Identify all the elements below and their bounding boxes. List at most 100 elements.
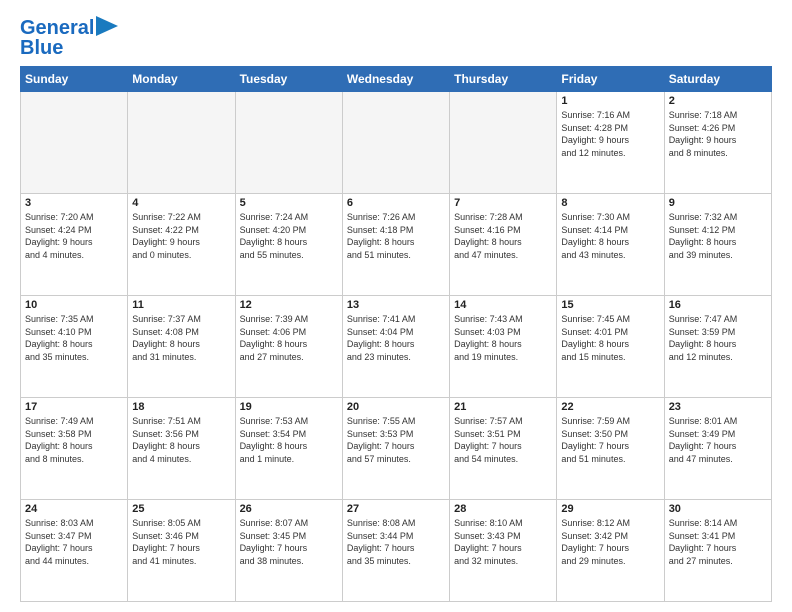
day-info: Sunrise: 7:51 AM Sunset: 3:56 PM Dayligh… — [132, 415, 230, 465]
calendar-cell: 7 Sunrise: 7:28 AM Sunset: 4:16 PM Daylig… — [450, 194, 557, 296]
calendar-cell: 29 Sunrise: 8:12 AM Sunset: 3:42 PM Dayli… — [557, 500, 664, 602]
day-number: 13 — [347, 299, 445, 311]
day-number: 18 — [132, 401, 230, 413]
day-info: Sunrise: 7:41 AM Sunset: 4:04 PM Dayligh… — [347, 313, 445, 363]
logo: General Blue — [20, 18, 118, 58]
calendar-cell: 25 Sunrise: 8:05 AM Sunset: 3:46 PM Dayli… — [128, 500, 235, 602]
page: General Blue SundayMondayTuesdayWednesda… — [0, 0, 792, 612]
day-number: 28 — [454, 503, 552, 515]
calendar-cell: 28Sunrise: 8:10 AM Sunset: 3:43 PM Dayli… — [450, 500, 557, 602]
day-info: Sunrise: 7:18 AM Sunset: 4:26 PM Dayligh… — [669, 109, 767, 159]
calendar-cell: 17 Sunrise: 7:49 AM Sunset: 3:58 PM Dayli… — [21, 398, 128, 500]
day-info: Sunrise: 8:08 AM Sunset: 3:44 PM Dayligh… — [347, 517, 445, 567]
week-row-1: 1 Sunrise: 7:16 AM Sunset: 4:28 PM Daylig… — [21, 92, 772, 194]
day-number: 14 — [454, 299, 552, 311]
day-number: 29 — [561, 503, 659, 515]
day-info: Sunrise: 7:57 AM Sunset: 3:51 PM Dayligh… — [454, 415, 552, 465]
day-number: 16 — [669, 299, 767, 311]
day-number: 22 — [561, 401, 659, 413]
calendar-cell: 30Sunrise: 8:14 AM Sunset: 3:41 PM Dayli… — [664, 500, 771, 602]
calendar-cell — [342, 92, 449, 194]
calendar-cell: 27 Sunrise: 8:08 AM Sunset: 3:44 PM Dayli… — [342, 500, 449, 602]
day-number: 17 — [25, 401, 123, 413]
calendar-cell: 13 Sunrise: 7:41 AM Sunset: 4:04 PM Dayli… — [342, 296, 449, 398]
calendar-cell: 3 Sunrise: 7:20 AM Sunset: 4:24 PM Daylig… — [21, 194, 128, 296]
calendar-cell: 5 Sunrise: 7:24 AM Sunset: 4:20 PM Daylig… — [235, 194, 342, 296]
day-number: 1 — [561, 95, 659, 107]
calendar-cell: 16 Sunrise: 7:47 AM Sunset: 3:59 PM Dayli… — [664, 296, 771, 398]
day-number: 2 — [669, 95, 767, 107]
day-info: Sunrise: 7:55 AM Sunset: 3:53 PM Dayligh… — [347, 415, 445, 465]
day-info: Sunrise: 7:49 AM Sunset: 3:58 PM Dayligh… — [25, 415, 123, 465]
day-info: Sunrise: 8:03 AM Sunset: 3:47 PM Dayligh… — [25, 517, 123, 567]
calendar-cell — [21, 92, 128, 194]
day-info: Sunrise: 7:43 AM Sunset: 4:03 PM Dayligh… — [454, 313, 552, 363]
day-info: Sunrise: 7:39 AM Sunset: 4:06 PM Dayligh… — [240, 313, 338, 363]
logo-arrow-icon — [96, 16, 118, 36]
day-info: Sunrise: 7:16 AM Sunset: 4:28 PM Dayligh… — [561, 109, 659, 159]
day-number: 25 — [132, 503, 230, 515]
day-number: 21 — [454, 401, 552, 413]
calendar-cell: 8 Sunrise: 7:30 AM Sunset: 4:14 PM Daylig… — [557, 194, 664, 296]
calendar-cell: 22 Sunrise: 7:59 AM Sunset: 3:50 PM Dayli… — [557, 398, 664, 500]
week-row-5: 24 Sunrise: 8:03 AM Sunset: 3:47 PM Dayli… — [21, 500, 772, 602]
week-row-2: 3 Sunrise: 7:20 AM Sunset: 4:24 PM Daylig… — [21, 194, 772, 296]
day-number: 20 — [347, 401, 445, 413]
day-info: Sunrise: 8:14 AM Sunset: 3:41 PM Dayligh… — [669, 517, 767, 567]
day-number: 15 — [561, 299, 659, 311]
calendar-cell: 23Sunrise: 8:01 AM Sunset: 3:49 PM Dayli… — [664, 398, 771, 500]
calendar-table: SundayMondayTuesdayWednesdayThursdayFrid… — [20, 66, 772, 602]
day-info: Sunrise: 7:24 AM Sunset: 4:20 PM Dayligh… — [240, 211, 338, 261]
day-info: Sunrise: 7:32 AM Sunset: 4:12 PM Dayligh… — [669, 211, 767, 261]
day-info: Sunrise: 8:07 AM Sunset: 3:45 PM Dayligh… — [240, 517, 338, 567]
calendar-cell: 12 Sunrise: 7:39 AM Sunset: 4:06 PM Dayli… — [235, 296, 342, 398]
calendar-cell: 9 Sunrise: 7:32 AM Sunset: 4:12 PM Daylig… — [664, 194, 771, 296]
header-day-monday: Monday — [128, 67, 235, 92]
day-number: 10 — [25, 299, 123, 311]
calendar-cell: 14 Sunrise: 7:43 AM Sunset: 4:03 PM Dayli… — [450, 296, 557, 398]
calendar-cell: 6Sunrise: 7:26 AM Sunset: 4:18 PM Daylig… — [342, 194, 449, 296]
week-row-3: 10 Sunrise: 7:35 AM Sunset: 4:10 PM Dayli… — [21, 296, 772, 398]
day-number: 3 — [25, 197, 123, 209]
calendar-cell: 18 Sunrise: 7:51 AM Sunset: 3:56 PM Dayli… — [128, 398, 235, 500]
day-info: Sunrise: 7:28 AM Sunset: 4:16 PM Dayligh… — [454, 211, 552, 261]
day-info: Sunrise: 7:20 AM Sunset: 4:24 PM Dayligh… — [25, 211, 123, 261]
day-number: 19 — [240, 401, 338, 413]
calendar-cell: 20 Sunrise: 7:55 AM Sunset: 3:53 PM Dayli… — [342, 398, 449, 500]
day-info: Sunrise: 7:37 AM Sunset: 4:08 PM Dayligh… — [132, 313, 230, 363]
day-info: Sunrise: 7:30 AM Sunset: 4:14 PM Dayligh… — [561, 211, 659, 261]
day-number: 23 — [669, 401, 767, 413]
calendar-cell — [450, 92, 557, 194]
calendar-cell — [128, 92, 235, 194]
week-row-4: 17 Sunrise: 7:49 AM Sunset: 3:58 PM Dayli… — [21, 398, 772, 500]
day-info: Sunrise: 7:22 AM Sunset: 4:22 PM Dayligh… — [132, 211, 230, 261]
day-number: 8 — [561, 197, 659, 209]
header-day-sunday: Sunday — [21, 67, 128, 92]
calendar-cell — [235, 92, 342, 194]
day-number: 27 — [347, 503, 445, 515]
day-number: 5 — [240, 197, 338, 209]
day-info: Sunrise: 7:47 AM Sunset: 3:59 PM Dayligh… — [669, 313, 767, 363]
calendar-cell: 11Sunrise: 7:37 AM Sunset: 4:08 PM Dayli… — [128, 296, 235, 398]
calendar-cell: 24 Sunrise: 8:03 AM Sunset: 3:47 PM Dayli… — [21, 500, 128, 602]
calendar-cell: 1 Sunrise: 7:16 AM Sunset: 4:28 PM Daylig… — [557, 92, 664, 194]
day-info: Sunrise: 8:12 AM Sunset: 3:42 PM Dayligh… — [561, 517, 659, 567]
calendar-cell: 2 Sunrise: 7:18 AM Sunset: 4:26 PM Daylig… — [664, 92, 771, 194]
header-day-wednesday: Wednesday — [342, 67, 449, 92]
logo-text: General — [20, 18, 94, 38]
day-number: 24 — [25, 503, 123, 515]
day-info: Sunrise: 7:59 AM Sunset: 3:50 PM Dayligh… — [561, 415, 659, 465]
day-info: Sunrise: 7:53 AM Sunset: 3:54 PM Dayligh… — [240, 415, 338, 465]
calendar-cell: 10 Sunrise: 7:35 AM Sunset: 4:10 PM Dayli… — [21, 296, 128, 398]
day-number: 12 — [240, 299, 338, 311]
logo-blue: Blue — [20, 38, 63, 58]
day-number: 4 — [132, 197, 230, 209]
calendar-cell: 4 Sunrise: 7:22 AM Sunset: 4:22 PM Daylig… — [128, 194, 235, 296]
day-info: Sunrise: 8:05 AM Sunset: 3:46 PM Dayligh… — [132, 517, 230, 567]
day-number: 7 — [454, 197, 552, 209]
header-day-friday: Friday — [557, 67, 664, 92]
calendar: SundayMondayTuesdayWednesdayThursdayFrid… — [20, 66, 772, 602]
day-info: Sunrise: 7:26 AM Sunset: 4:18 PM Dayligh… — [347, 211, 445, 261]
day-info: Sunrise: 7:35 AM Sunset: 4:10 PM Dayligh… — [25, 313, 123, 363]
day-number: 9 — [669, 197, 767, 209]
